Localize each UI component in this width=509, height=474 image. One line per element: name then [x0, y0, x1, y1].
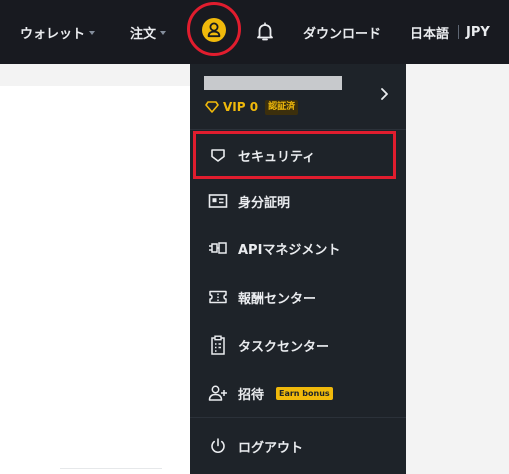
add-user-icon	[207, 382, 229, 404]
clipboard-icon	[207, 334, 229, 356]
top-navigation-bar: ウォレット 注文 ダウンロード 日本語 JPY	[0, 0, 509, 64]
language-label: 日本語	[410, 26, 450, 42]
page-content-panel	[0, 86, 190, 474]
separator	[458, 25, 460, 39]
vip-level-label: VIP 0	[223, 100, 259, 114]
menu-item-label: 身分証明	[238, 195, 291, 211]
download-link[interactable]: ダウンロード	[303, 0, 381, 64]
notification-bell-icon[interactable]	[255, 21, 275, 43]
divider	[190, 417, 406, 418]
menu-item-api-management[interactable]: APIマネジメント	[190, 227, 406, 269]
language-currency-selector[interactable]: 日本語 JPY	[410, 0, 490, 64]
verified-badge: 認証済	[265, 99, 299, 115]
caret-down-icon	[89, 30, 96, 35]
menu-item-label: 招待	[238, 387, 265, 403]
account-dropdown-menu: VIP 0 認証済 セキュリティ 身分証明 APIマネジメント 報酬センター タ…	[190, 64, 406, 474]
download-label: ダウンロード	[303, 26, 382, 42]
currency-label: JPY	[466, 24, 490, 40]
ticket-icon	[207, 286, 229, 308]
menu-item-identification[interactable]: 身分証明	[190, 180, 406, 222]
vip-row: VIP 0 認証済	[205, 98, 299, 117]
menu-item-label: ログアウト	[238, 440, 304, 456]
menu-item-task-center[interactable]: タスクセンター	[190, 324, 406, 366]
user-profile-icon[interactable]	[200, 16, 228, 44]
menu-item-label: 報酬センター	[238, 291, 317, 307]
earn-bonus-badge: Earn bonus	[276, 386, 333, 400]
menu-item-label: セキュリティ	[238, 149, 316, 165]
masked-account-name	[204, 76, 342, 90]
menu-item-logout[interactable]: ログアウト	[190, 425, 406, 467]
caret-down-icon	[160, 30, 167, 35]
menu-item-label: タスクセンター	[238, 339, 330, 355]
order-menu-label: 注文	[130, 26, 157, 42]
divider	[190, 129, 406, 130]
order-menu[interactable]: 注文	[130, 0, 167, 64]
diamond-icon	[205, 98, 219, 117]
menu-item-label: APIマネジメント	[238, 242, 341, 258]
account-header[interactable]: VIP 0 認証済	[190, 64, 406, 128]
menu-item-reward-center[interactable]: 報酬センター	[190, 276, 406, 318]
menu-item-invite[interactable]: 招待 Earn bonus	[190, 372, 406, 414]
api-plug-icon	[207, 237, 229, 259]
id-card-icon	[207, 190, 229, 212]
shield-icon	[207, 144, 229, 166]
power-icon	[207, 435, 229, 457]
wallet-menu[interactable]: ウォレット	[20, 0, 96, 64]
wallet-menu-label: ウォレット	[20, 26, 86, 42]
chevron-right-icon	[378, 86, 390, 100]
menu-item-security[interactable]: セキュリティ	[190, 134, 406, 176]
divider	[60, 468, 162, 469]
